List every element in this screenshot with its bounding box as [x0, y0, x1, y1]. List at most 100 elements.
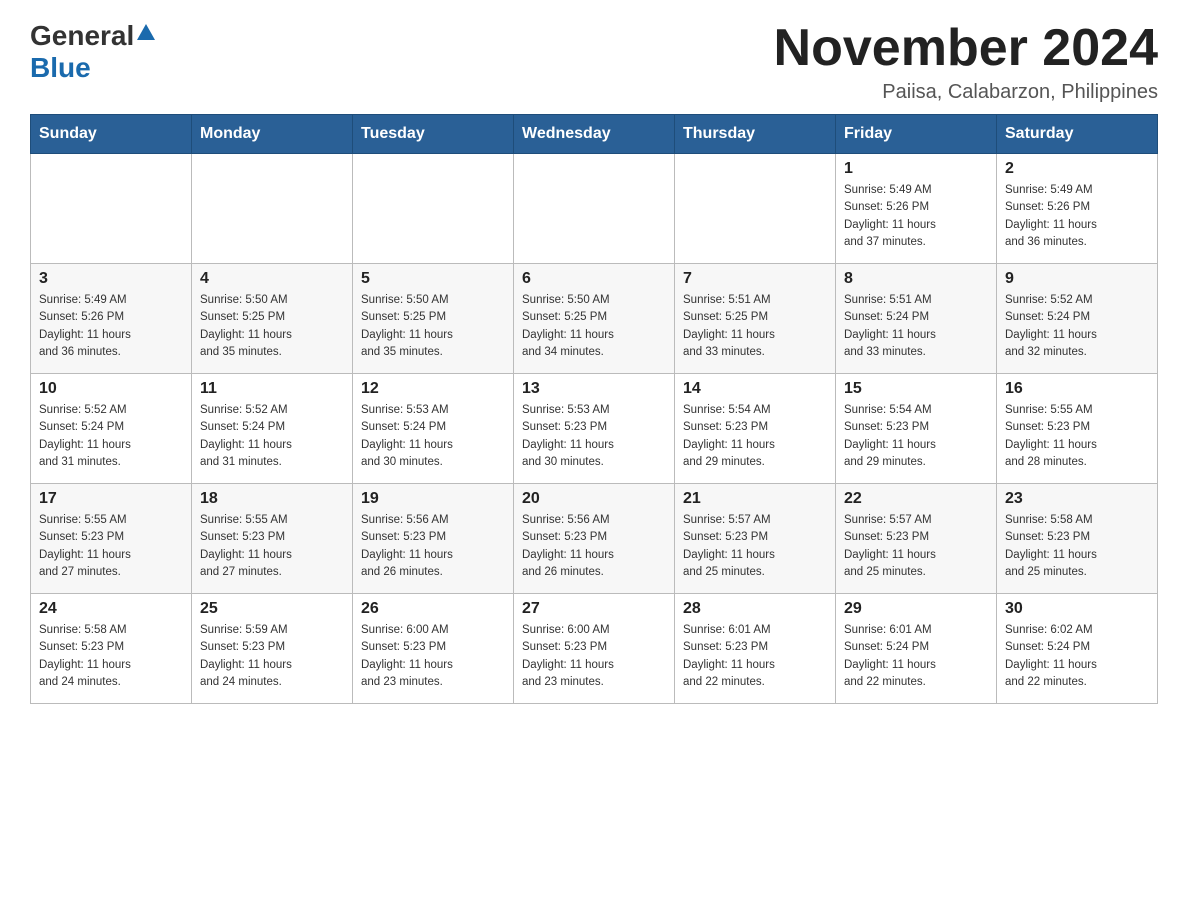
calendar-day: 3 Sunrise: 5:49 AM Sunset: 5:26 PM Daylig… — [31, 264, 192, 374]
day-number: 3 — [39, 270, 183, 288]
calendar-day — [514, 154, 675, 264]
day-info: Sunrise: 5:52 AM Sunset: 5:24 PM Dayligh… — [1005, 292, 1149, 361]
calendar-day: 27Sunrise: 6:00 AM Sunset: 5:23 PM Dayli… — [514, 594, 675, 704]
day-info: Sunrise: 5:51 AM Sunset: 5:25 PM Dayligh… — [683, 292, 827, 361]
day-info: Sunrise: 5:57 AM Sunset: 5:23 PM Dayligh… — [844, 512, 988, 581]
calendar-week-1: 1 Sunrise: 5:49 AM Sunset: 5:26 PM Daylig… — [31, 154, 1158, 264]
calendar-day: 14 Sunrise: 5:54 AM Sunset: 5:23 PM Dayli… — [675, 374, 836, 484]
day-info: Sunrise: 6:01 AM Sunset: 5:23 PM Dayligh… — [683, 622, 827, 691]
day-info: Sunrise: 5:57 AM Sunset: 5:23 PM Dayligh… — [683, 512, 827, 581]
day-number: 2 — [1005, 160, 1149, 178]
calendar-day: 10 Sunrise: 5:52 AM Sunset: 5:24 PM Dayli… — [31, 374, 192, 484]
day-number: 7 — [683, 270, 827, 288]
day-info: Sunrise: 5:56 AM Sunset: 5:23 PM Dayligh… — [361, 512, 505, 581]
day-info: Sunrise: 5:54 AM Sunset: 5:23 PM Dayligh… — [844, 402, 988, 471]
weekday-header-tuesday: Tuesday — [353, 115, 514, 154]
day-number: 17 — [39, 490, 183, 508]
calendar-day: 17 Sunrise: 5:55 AM Sunset: 5:23 PM Dayli… — [31, 484, 192, 594]
day-info: Sunrise: 5:52 AM Sunset: 5:24 PM Dayligh… — [39, 402, 183, 471]
day-number: 1 — [844, 160, 988, 178]
calendar-day — [31, 154, 192, 264]
calendar-day: 28 Sunrise: 6:01 AM Sunset: 5:23 PM Dayli… — [675, 594, 836, 704]
day-info: Sunrise: 5:50 AM Sunset: 5:25 PM Dayligh… — [200, 292, 344, 361]
calendar-table: SundayMondayTuesdayWednesdayThursdayFrid… — [30, 114, 1158, 704]
weekday-header-friday: Friday — [836, 115, 997, 154]
day-number: 30 — [1005, 600, 1149, 618]
calendar-week-5: 24 Sunrise: 5:58 AM Sunset: 5:23 PM Dayli… — [31, 594, 1158, 704]
day-info: Sunrise: 6:02 AM Sunset: 5:24 PM Dayligh… — [1005, 622, 1149, 691]
day-number: 14 — [683, 380, 827, 398]
day-info: Sunrise: 5:52 AM Sunset: 5:24 PM Dayligh… — [200, 402, 344, 471]
weekday-header-wednesday: Wednesday — [514, 115, 675, 154]
weekday-header-monday: Monday — [192, 115, 353, 154]
logo-general-text: General — [30, 20, 134, 52]
calendar-day: 29Sunrise: 6:01 AM Sunset: 5:24 PM Dayli… — [836, 594, 997, 704]
calendar-location: Paiisa, Calabarzon, Philippines — [774, 81, 1158, 104]
calendar-day: 7 Sunrise: 5:51 AM Sunset: 5:25 PM Daylig… — [675, 264, 836, 374]
page-header: General Blue November 2024 Paiisa, Calab… — [30, 20, 1158, 104]
day-number: 22 — [844, 490, 988, 508]
weekday-header-thursday: Thursday — [675, 115, 836, 154]
day-number: 24 — [39, 600, 183, 618]
day-info: Sunrise: 6:00 AM Sunset: 5:23 PM Dayligh… — [361, 622, 505, 691]
calendar-day: 21 Sunrise: 5:57 AM Sunset: 5:23 PM Dayli… — [675, 484, 836, 594]
logo-blue-text: Blue — [30, 52, 91, 83]
day-info: Sunrise: 5:51 AM Sunset: 5:24 PM Dayligh… — [844, 292, 988, 361]
day-info: Sunrise: 6:01 AM Sunset: 5:24 PM Dayligh… — [844, 622, 988, 691]
calendar-day: 13Sunrise: 5:53 AM Sunset: 5:23 PM Dayli… — [514, 374, 675, 484]
calendar-day: 25Sunrise: 5:59 AM Sunset: 5:23 PM Dayli… — [192, 594, 353, 704]
day-number: 26 — [361, 600, 505, 618]
logo-triangle-icon — [137, 24, 155, 45]
day-number: 12 — [361, 380, 505, 398]
calendar-day: 18 Sunrise: 5:55 AM Sunset: 5:23 PM Dayli… — [192, 484, 353, 594]
day-info: Sunrise: 5:49 AM Sunset: 5:26 PM Dayligh… — [1005, 182, 1149, 251]
calendar-day — [675, 154, 836, 264]
day-number: 15 — [844, 380, 988, 398]
day-number: 10 — [39, 380, 183, 398]
day-number: 18 — [200, 490, 344, 508]
calendar-day: 12 Sunrise: 5:53 AM Sunset: 5:24 PM Dayli… — [353, 374, 514, 484]
calendar-day: 11 Sunrise: 5:52 AM Sunset: 5:24 PM Dayli… — [192, 374, 353, 484]
day-info: Sunrise: 5:58 AM Sunset: 5:23 PM Dayligh… — [1005, 512, 1149, 581]
weekday-header-sunday: Sunday — [31, 115, 192, 154]
day-info: Sunrise: 5:53 AM Sunset: 5:23 PM Dayligh… — [522, 402, 666, 471]
day-info: Sunrise: 5:55 AM Sunset: 5:23 PM Dayligh… — [200, 512, 344, 581]
day-number: 11 — [200, 380, 344, 398]
calendar-day: 5 Sunrise: 5:50 AM Sunset: 5:25 PM Daylig… — [353, 264, 514, 374]
calendar-day: 8 Sunrise: 5:51 AM Sunset: 5:24 PM Daylig… — [836, 264, 997, 374]
day-number: 8 — [844, 270, 988, 288]
day-info: Sunrise: 5:59 AM Sunset: 5:23 PM Dayligh… — [200, 622, 344, 691]
weekday-header-saturday: Saturday — [997, 115, 1158, 154]
day-info: Sunrise: 5:54 AM Sunset: 5:23 PM Dayligh… — [683, 402, 827, 471]
day-number: 23 — [1005, 490, 1149, 508]
calendar-day: 24 Sunrise: 5:58 AM Sunset: 5:23 PM Dayli… — [31, 594, 192, 704]
calendar-day: 23 Sunrise: 5:58 AM Sunset: 5:23 PM Dayli… — [997, 484, 1158, 594]
calendar-day: 26 Sunrise: 6:00 AM Sunset: 5:23 PM Dayli… — [353, 594, 514, 704]
calendar-day: 1 Sunrise: 5:49 AM Sunset: 5:26 PM Daylig… — [836, 154, 997, 264]
calendar-title: November 2024 — [774, 20, 1158, 77]
calendar-day: 19Sunrise: 5:56 AM Sunset: 5:23 PM Dayli… — [353, 484, 514, 594]
calendar-week-2: 3 Sunrise: 5:49 AM Sunset: 5:26 PM Daylig… — [31, 264, 1158, 374]
day-number: 21 — [683, 490, 827, 508]
day-info: Sunrise: 5:56 AM Sunset: 5:23 PM Dayligh… — [522, 512, 666, 581]
calendar-day: 15 Sunrise: 5:54 AM Sunset: 5:23 PM Dayli… — [836, 374, 997, 484]
day-info: Sunrise: 5:55 AM Sunset: 5:23 PM Dayligh… — [39, 512, 183, 581]
day-number: 16 — [1005, 380, 1149, 398]
day-info: Sunrise: 5:49 AM Sunset: 5:26 PM Dayligh… — [39, 292, 183, 361]
calendar-day: 9Sunrise: 5:52 AM Sunset: 5:24 PM Daylig… — [997, 264, 1158, 374]
calendar-week-3: 10 Sunrise: 5:52 AM Sunset: 5:24 PM Dayli… — [31, 374, 1158, 484]
calendar-day — [353, 154, 514, 264]
calendar-day: 30 Sunrise: 6:02 AM Sunset: 5:24 PM Dayli… — [997, 594, 1158, 704]
day-info: Sunrise: 6:00 AM Sunset: 5:23 PM Dayligh… — [522, 622, 666, 691]
calendar-day: 2 Sunrise: 5:49 AM Sunset: 5:26 PM Daylig… — [997, 154, 1158, 264]
calendar-day: 6Sunrise: 5:50 AM Sunset: 5:25 PM Daylig… — [514, 264, 675, 374]
day-info: Sunrise: 5:49 AM Sunset: 5:26 PM Dayligh… — [844, 182, 988, 251]
calendar-day: 4Sunrise: 5:50 AM Sunset: 5:25 PM Daylig… — [192, 264, 353, 374]
day-info: Sunrise: 5:58 AM Sunset: 5:23 PM Dayligh… — [39, 622, 183, 691]
day-info: Sunrise: 5:50 AM Sunset: 5:25 PM Dayligh… — [361, 292, 505, 361]
day-number: 28 — [683, 600, 827, 618]
day-info: Sunrise: 5:53 AM Sunset: 5:24 PM Dayligh… — [361, 402, 505, 471]
calendar-day: 16Sunrise: 5:55 AM Sunset: 5:23 PM Dayli… — [997, 374, 1158, 484]
day-number: 5 — [361, 270, 505, 288]
title-area: November 2024 Paiisa, Calabarzon, Philip… — [774, 20, 1158, 104]
